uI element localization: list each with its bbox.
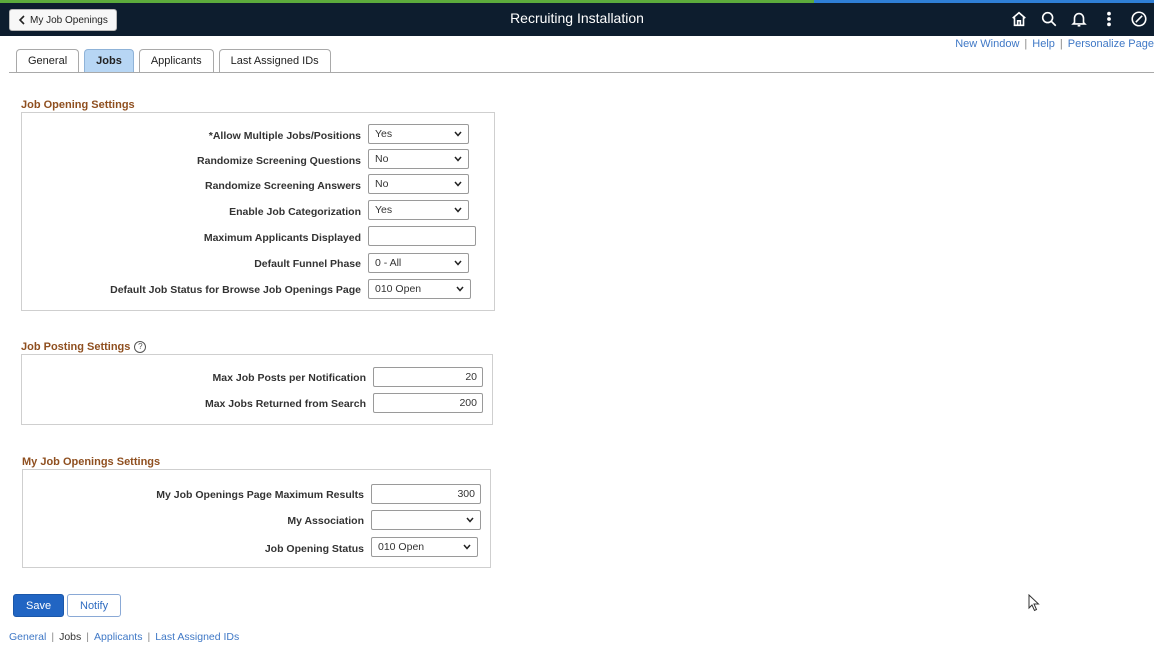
banner-accent bbox=[814, 0, 1154, 3]
select-value: 0 - All bbox=[375, 257, 402, 269]
separator: | bbox=[86, 631, 90, 643]
default-funnel-label: Default Funnel Phase bbox=[254, 258, 361, 270]
save-button[interactable]: Save bbox=[13, 594, 65, 617]
select-value: No bbox=[375, 178, 389, 190]
randomize-answers-select[interactable]: No bbox=[368, 174, 469, 194]
job-posting-settings-box bbox=[21, 354, 493, 425]
default-status-label: Default Job Status for Browse Job Openin… bbox=[110, 284, 361, 296]
chevron-down-icon bbox=[454, 156, 462, 162]
max-applicants-label: Maximum Applicants Displayed bbox=[203, 232, 361, 244]
max-results-label: My Job Openings Page Maximum Results bbox=[156, 489, 364, 501]
personalize-page-link[interactable]: Personalize Page bbox=[1068, 38, 1154, 50]
tab-general[interactable]: General bbox=[16, 49, 80, 72]
chevron-down-icon bbox=[463, 544, 471, 550]
bottom-tab-links: General | Jobs | Applicants | Last Assigned ID… bbox=[9, 631, 239, 643]
job-opening-settings-title: Job Opening Settings bbox=[21, 99, 135, 111]
header-toolbar bbox=[1004, 8, 1154, 30]
tab-last-assigned-ids[interactable]: Last Assigned IDs bbox=[218, 49, 331, 72]
my-job-openings-settings-title: My Job Openings Settings bbox=[22, 456, 160, 468]
randomize-answers-label: Randomize Screening Answers bbox=[205, 180, 361, 192]
max-returned-field[interactable]: 200 bbox=[373, 393, 483, 413]
separator: | bbox=[1059, 38, 1063, 50]
max-results-field[interactable]: 300 bbox=[371, 484, 481, 504]
separator: | bbox=[51, 631, 55, 643]
help-link[interactable]: Help bbox=[1032, 38, 1055, 50]
more-icon[interactable] bbox=[1094, 8, 1124, 30]
allow-multiple-label: *Allow Multiple Jobs/Positions bbox=[208, 130, 361, 142]
chevron-down-icon bbox=[454, 131, 462, 137]
separator: | bbox=[1024, 38, 1028, 50]
select-value: Yes bbox=[375, 204, 393, 216]
select-value: Yes bbox=[375, 128, 393, 140]
allow-multiple-select[interactable]: Yes bbox=[368, 124, 469, 144]
enable-categorization-label: Enable Job Categorization bbox=[229, 206, 361, 218]
max-posts-label: Max Job Posts per Notification bbox=[212, 372, 366, 384]
mouse-pointer-icon bbox=[1028, 594, 1040, 612]
tab-applicants[interactable]: Applicants bbox=[138, 49, 214, 72]
max-applicants-field[interactable] bbox=[368, 226, 476, 246]
select-value: 010 Open bbox=[375, 283, 422, 295]
job-posting-settings-title: Job Posting Settings ? bbox=[21, 341, 147, 353]
default-status-select[interactable]: 010 Open bbox=[368, 279, 471, 299]
help-icon[interactable]: ? bbox=[134, 341, 147, 353]
home-icon[interactable] bbox=[1004, 8, 1034, 30]
section-title-text: Job Posting Settings bbox=[21, 341, 131, 353]
notify-button[interactable]: Notify bbox=[67, 594, 122, 617]
max-posts-field[interactable]: 20 bbox=[373, 367, 483, 387]
new-window-link[interactable]: New Window bbox=[955, 38, 1019, 50]
compass-icon[interactable] bbox=[1124, 8, 1154, 30]
bottom-link-jobs-current: Jobs bbox=[59, 631, 82, 643]
select-value: 010 Open bbox=[378, 541, 425, 553]
bottom-link-last-assigned-ids[interactable]: Last Assigned IDs bbox=[155, 631, 239, 643]
bottom-link-applicants[interactable]: Applicants bbox=[94, 631, 142, 643]
select-value: No bbox=[375, 153, 389, 165]
randomize-questions-label: Randomize Screening Questions bbox=[197, 155, 361, 167]
default-funnel-select[interactable]: 0 - All bbox=[368, 253, 469, 273]
enable-categorization-select[interactable]: Yes bbox=[368, 200, 469, 220]
utility-links: New Window | Help | Personalize Page bbox=[955, 38, 1154, 50]
separator: | bbox=[147, 631, 151, 643]
tab-divider bbox=[9, 72, 1154, 73]
bottom-link-general[interactable]: General bbox=[9, 631, 46, 643]
job-opening-status-label: Job Opening Status bbox=[264, 543, 364, 555]
chevron-down-icon bbox=[454, 181, 462, 187]
section-title-text: Job Opening Settings bbox=[21, 99, 135, 111]
my-association-select[interactable] bbox=[371, 510, 481, 530]
page-title: Recruiting Installation bbox=[510, 10, 644, 26]
my-association-label: My Association bbox=[287, 515, 364, 527]
search-icon[interactable] bbox=[1034, 8, 1064, 30]
chevron-down-icon bbox=[454, 207, 462, 213]
randomize-questions-select[interactable]: No bbox=[368, 149, 469, 169]
bell-icon[interactable] bbox=[1064, 8, 1094, 30]
chevron-down-icon bbox=[454, 260, 462, 266]
page-tabs: General Jobs Applicants Last Assigned ID… bbox=[16, 49, 331, 72]
job-opening-status-select[interactable]: 010 Open bbox=[371, 537, 478, 557]
tab-jobs[interactable]: Jobs bbox=[84, 49, 134, 72]
max-returned-label: Max Jobs Returned from Search bbox=[204, 398, 366, 410]
section-title-text: My Job Openings Settings bbox=[22, 456, 161, 468]
chevron-down-icon bbox=[456, 286, 464, 292]
chevron-down-icon bbox=[466, 517, 474, 523]
